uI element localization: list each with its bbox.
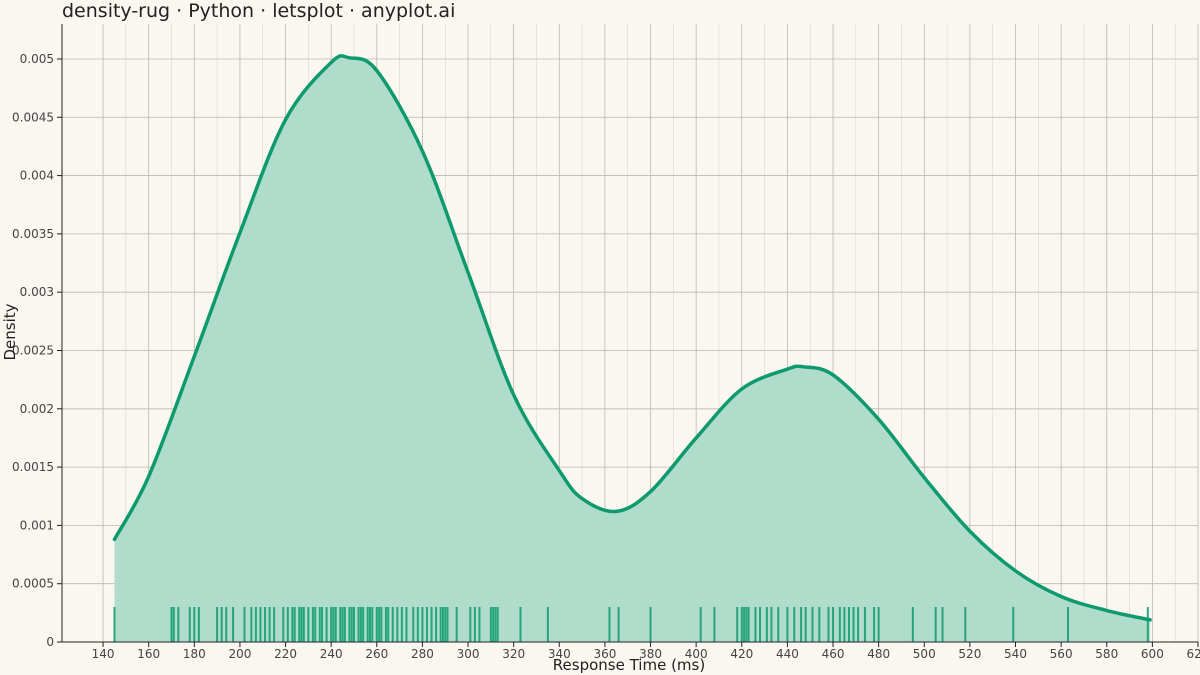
x-tick-label-8: 300 <box>457 647 480 661</box>
x-tick-label-19: 520 <box>958 647 981 661</box>
y-axis-ticks: 00.00050.0010.00150.0020.00250.0030.0035… <box>12 52 62 649</box>
x-axis-label: Response Time (ms) <box>553 656 705 674</box>
x-tick-label-2: 180 <box>183 647 206 661</box>
y-tick-label-4: 0.002 <box>20 402 54 416</box>
y-tick-label-6: 0.003 <box>20 285 54 299</box>
y-tick-label-0: 0 <box>46 635 54 649</box>
chart-title: density-rug · Python · letsplot · anyplo… <box>62 0 455 22</box>
density-rug-chart: density-rug · Python · letsplot · anyplo… <box>1 0 1200 674</box>
y-tick-label-10: 0.005 <box>20 52 54 66</box>
y-tick-label-9: 0.0045 <box>12 110 54 124</box>
x-tick-label-16: 460 <box>822 647 845 661</box>
x-tick-label-1: 160 <box>137 647 160 661</box>
x-tick-label-15: 440 <box>776 647 799 661</box>
x-tick-label-17: 480 <box>867 647 890 661</box>
x-tick-label-21: 560 <box>1050 647 1073 661</box>
x-tick-label-3: 200 <box>228 647 251 661</box>
x-tick-label-7: 280 <box>411 647 434 661</box>
x-tick-label-18: 500 <box>913 647 936 661</box>
y-axis-label: Density <box>1 303 19 360</box>
y-tick-label-3: 0.0015 <box>12 460 54 474</box>
y-tick-label-1: 0.0005 <box>12 577 54 591</box>
x-tick-label-5: 240 <box>320 647 343 661</box>
chart: density-rug · Python · letsplot · anyplo… <box>0 0 1200 675</box>
y-tick-label-7: 0.0035 <box>12 227 54 241</box>
x-tick-label-22: 580 <box>1095 647 1118 661</box>
x-tick-label-14: 420 <box>730 647 753 661</box>
x-tick-label-4: 220 <box>274 647 297 661</box>
x-tick-label-20: 540 <box>1004 647 1027 661</box>
x-tick-label-9: 320 <box>502 647 525 661</box>
x-tick-label-23: 600 <box>1141 647 1164 661</box>
y-tick-label-2: 0.001 <box>20 518 54 532</box>
x-tick-label-6: 260 <box>365 647 388 661</box>
x-tick-label-24: 620 <box>1187 647 1200 661</box>
y-tick-label-8: 0.004 <box>20 169 54 183</box>
x-tick-label-0: 140 <box>92 647 115 661</box>
